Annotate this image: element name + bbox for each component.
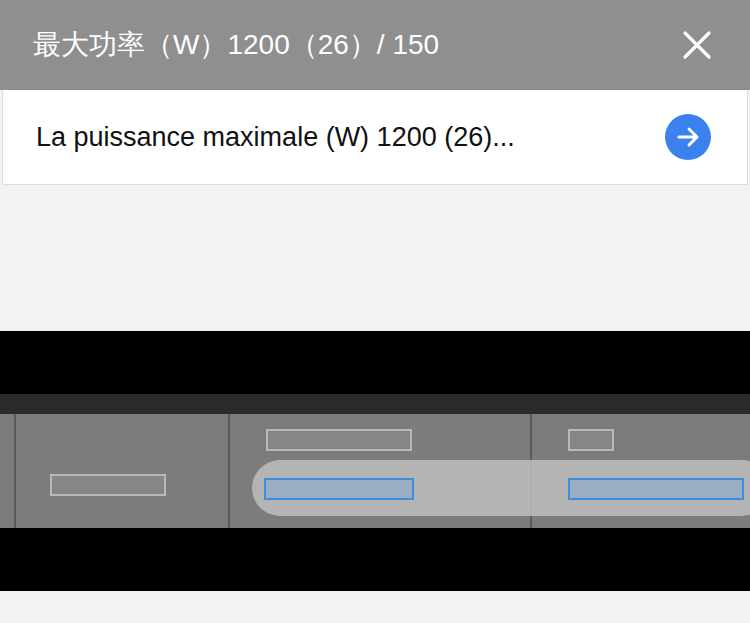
- ocr-box[interactable]: [568, 478, 744, 500]
- camera-photo[interactable]: [0, 394, 750, 528]
- table-line: [228, 414, 230, 528]
- arrow-right-icon: [675, 124, 701, 150]
- spacer: [0, 185, 750, 331]
- camera-view: [0, 331, 750, 591]
- ocr-box[interactable]: [264, 478, 414, 500]
- close-icon: [682, 30, 712, 60]
- close-button[interactable]: [680, 28, 714, 62]
- source-text[interactable]: 最大功率（W）1200（26）/ 150: [33, 26, 439, 64]
- translation-row[interactable]: La puissance maximale (W) 1200 (26)...: [2, 90, 748, 185]
- bottom-area: [0, 591, 750, 623]
- open-translation-button[interactable]: [665, 114, 711, 160]
- source-bar: 最大功率（W）1200（26）/ 150: [0, 0, 750, 90]
- ocr-box[interactable]: [266, 429, 412, 451]
- ocr-box[interactable]: [568, 429, 614, 451]
- ocr-box[interactable]: [50, 474, 166, 496]
- translation-text: La puissance maximale (W) 1200 (26)...: [36, 122, 515, 153]
- translate-camera-screen: 最大功率（W）1200（26）/ 150 La puissance maximal…: [0, 0, 750, 623]
- table-line: [14, 414, 16, 528]
